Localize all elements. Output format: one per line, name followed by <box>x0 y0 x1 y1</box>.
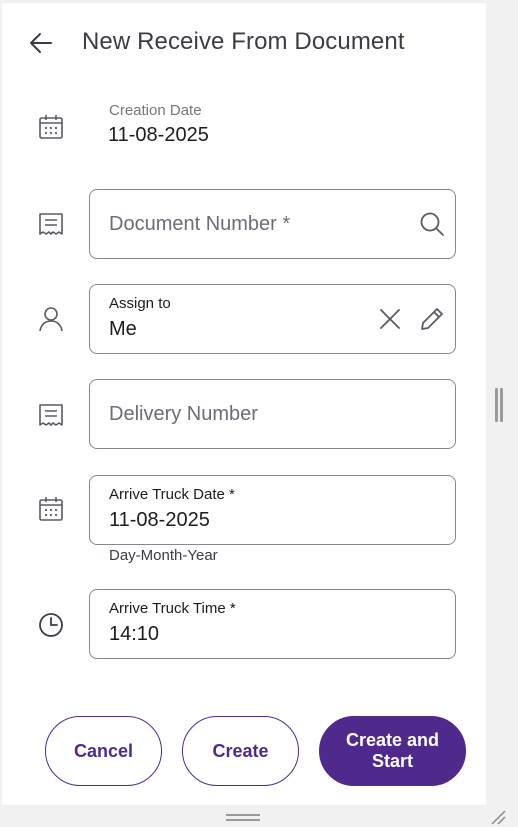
document-icon <box>36 400 66 430</box>
create-and-start-label-line2: Start <box>371 751 413 771</box>
page-title: New Receive From Document <box>82 28 405 55</box>
delivery-number-field[interactable] <box>89 379 456 449</box>
back-arrow-icon[interactable] <box>26 28 56 58</box>
cancel-button[interactable]: Cancel <box>45 716 162 786</box>
arrive-truck-time-label: Arrive Truck Time * <box>109 600 236 617</box>
arrive-truck-time-field[interactable]: Arrive Truck Time * 14:10 <box>89 589 456 659</box>
close-icon[interactable] <box>376 305 404 333</box>
creation-date-value: 11-08-2025 <box>108 124 209 146</box>
assign-to-value: Me <box>109 318 137 340</box>
assign-to-field[interactable]: Assign to Me <box>89 284 456 354</box>
arrive-truck-date-field[interactable]: Arrive Truck Date * 11-08-2025 <box>89 475 456 545</box>
create-button[interactable]: Create <box>182 716 299 786</box>
arrive-truck-date-value: 11-08-2025 <box>109 509 210 531</box>
search-icon[interactable] <box>418 210 446 238</box>
calendar-icon <box>36 494 66 524</box>
corner-resize-icon[interactable] <box>489 808 507 826</box>
calendar-icon <box>36 112 66 142</box>
assign-to-label: Assign to <box>109 295 171 312</box>
document-number-input[interactable] <box>109 190 409 258</box>
create-and-start-label-line1: Create and <box>345 730 440 750</box>
vertical-resize-handle[interactable] <box>494 388 504 422</box>
document-number-field[interactable] <box>89 189 456 259</box>
create-and-start-button[interactable]: Create and Start <box>319 716 466 786</box>
user-icon <box>36 304 66 334</box>
document-icon <box>36 209 66 239</box>
clock-icon <box>36 610 66 640</box>
delivery-number-input[interactable] <box>109 380 409 448</box>
arrive-truck-time-value: 14:10 <box>109 623 160 645</box>
pencil-icon[interactable] <box>418 305 446 333</box>
horizontal-resize-handle[interactable] <box>226 813 260 823</box>
arrive-truck-date-label: Arrive Truck Date * <box>109 486 235 503</box>
date-format-helper: Day-Month-Year <box>109 547 218 564</box>
creation-date-label: Creation Date <box>109 102 202 119</box>
